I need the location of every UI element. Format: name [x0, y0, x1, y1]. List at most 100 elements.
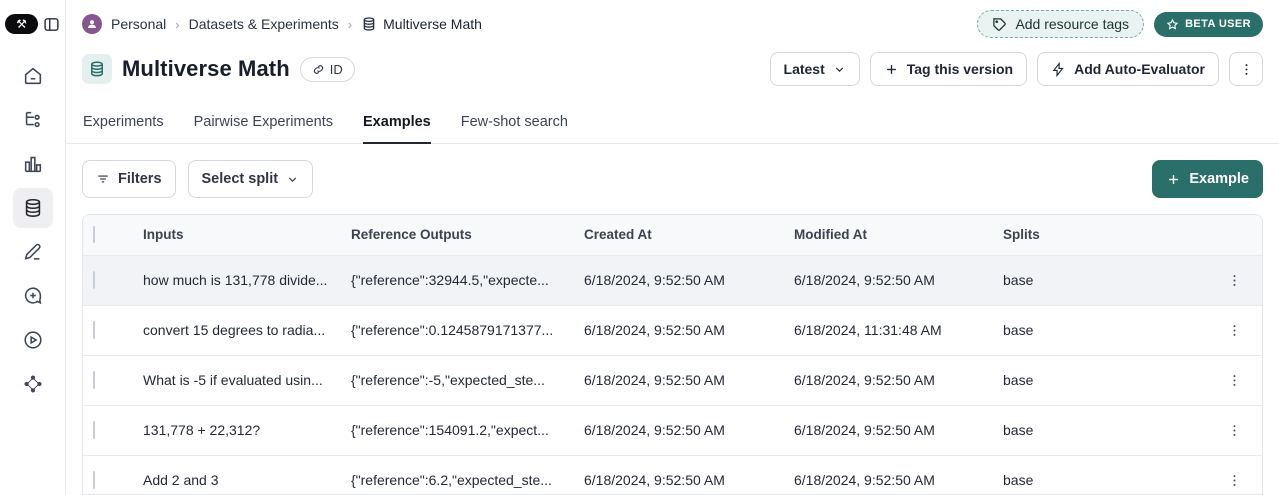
- column-header-splits: Splits: [1003, 215, 1218, 255]
- version-select-button[interactable]: Latest: [770, 52, 860, 86]
- database-icon: [361, 16, 377, 32]
- add-resource-tags-button[interactable]: Add resource tags: [977, 10, 1144, 38]
- add-auto-evaluator-button[interactable]: Add Auto-Evaluator: [1037, 52, 1219, 86]
- cell-splits: base: [1003, 255, 1218, 305]
- cell-modified-at: 6/18/2024, 9:52:50 AM: [794, 355, 1003, 405]
- cell-created-at: 6/18/2024, 9:52:50 AM: [584, 305, 794, 355]
- tag-icon: [992, 17, 1007, 32]
- table-header-row: Inputs Reference Outputs Created At Modi…: [83, 215, 1262, 255]
- cell-reference-outputs: {"reference":154091.2,"expect...: [351, 405, 584, 455]
- row-checkbox[interactable]: [93, 371, 95, 389]
- bar-chart-icon: [22, 153, 44, 175]
- select-split-dropdown[interactable]: Select split: [188, 160, 314, 198]
- more-options-button[interactable]: [1229, 52, 1263, 86]
- beta-user-badge: BETA USER: [1154, 12, 1263, 37]
- cell-splits: base: [1003, 405, 1218, 455]
- row-checkbox[interactable]: [93, 271, 95, 289]
- cell-inputs: how much is 131,778 divide...: [143, 255, 351, 305]
- breadcrumb-current-label: Multiverse Math: [383, 16, 482, 32]
- sidebar-item-annotation[interactable]: [13, 232, 53, 272]
- plus-icon: [1166, 172, 1181, 187]
- tab-bar: Experiments Pairwise Experiments Example…: [66, 98, 1279, 144]
- star-icon: [1166, 18, 1179, 31]
- chevron-right-icon: ›: [175, 17, 179, 32]
- main-content: Personal › Datasets & Experiments › Mult…: [66, 0, 1279, 495]
- sidebar-item-deployments[interactable]: [13, 364, 53, 404]
- cell-modified-at: 6/18/2024, 11:31:48 AM: [794, 305, 1003, 355]
- sidebar-item-monitoring[interactable]: [13, 144, 53, 184]
- tab-few-shot-search[interactable]: Few-shot search: [461, 114, 568, 144]
- cell-inputs: What is -5 if evaluated usin...: [143, 355, 351, 405]
- play-circle-icon: [22, 329, 44, 351]
- tab-experiments[interactable]: Experiments: [83, 114, 164, 144]
- add-auto-evaluator-label: Add Auto-Evaluator: [1074, 61, 1205, 77]
- copy-id-chip[interactable]: ID: [300, 57, 355, 82]
- cell-splits: base: [1003, 355, 1218, 405]
- title-row: Multiverse Math ID Latest Tag this versi…: [66, 48, 1279, 98]
- cell-inputs: Add 2 and 3: [143, 455, 351, 495]
- page-title: Multiverse Math: [122, 56, 290, 82]
- cell-created-at: 6/18/2024, 9:52:50 AM: [584, 455, 794, 495]
- tag-this-version-label: Tag this version: [907, 61, 1013, 77]
- row-menu-button[interactable]: [1220, 316, 1248, 344]
- collapse-sidebar-icon[interactable]: [43, 16, 60, 33]
- cell-reference-outputs: {"reference":32944.5,"expecte...: [351, 255, 584, 305]
- tracing-tree-icon: [22, 109, 44, 131]
- sidebar-item-home[interactable]: [13, 56, 53, 96]
- version-select-label: Latest: [784, 61, 825, 77]
- row-menu-button[interactable]: [1220, 266, 1248, 294]
- link-icon: [312, 63, 325, 76]
- top-bar: Personal › Datasets & Experiments › Mult…: [66, 0, 1279, 48]
- tag-this-version-button[interactable]: Tag this version: [870, 52, 1027, 86]
- examples-toolbar: Filters Select split Example: [66, 144, 1279, 214]
- table-row[interactable]: Add 2 and 3 {"reference":6.2,"expected_s…: [83, 455, 1262, 495]
- table-row[interactable]: 131,778 + 22,312? {"reference":154091.2,…: [83, 405, 1262, 455]
- id-chip-label: ID: [330, 62, 343, 77]
- pencil-icon: [22, 241, 44, 263]
- cell-reference-outputs: {"reference":6.2,"expected_ste...: [351, 455, 584, 495]
- row-checkbox[interactable]: [93, 421, 95, 439]
- cell-splits: base: [1003, 305, 1218, 355]
- filters-label: Filters: [118, 171, 162, 187]
- filter-icon: [96, 172, 110, 186]
- cell-created-at: 6/18/2024, 9:52:50 AM: [584, 355, 794, 405]
- sidebar-item-prompts[interactable]: [13, 276, 53, 316]
- select-all-checkbox[interactable]: [93, 226, 95, 243]
- table-row[interactable]: how much is 131,778 divide... {"referenc…: [83, 255, 1262, 305]
- select-split-label: Select split: [202, 171, 279, 187]
- tab-pairwise-experiments[interactable]: Pairwise Experiments: [194, 114, 333, 144]
- sidebar-nav: [13, 56, 53, 404]
- add-example-button[interactable]: Example: [1152, 160, 1263, 198]
- filters-button[interactable]: Filters: [82, 160, 176, 198]
- breadcrumb: Personal › Datasets & Experiments › Mult…: [82, 14, 482, 34]
- chevron-down-icon: [833, 63, 846, 76]
- row-checkbox[interactable]: [93, 321, 95, 339]
- column-header-created-at: Created At: [584, 215, 794, 255]
- row-menu-button[interactable]: [1220, 366, 1248, 394]
- add-resource-tags-label: Add resource tags: [1015, 16, 1129, 32]
- column-header-reference-outputs: Reference Outputs: [351, 215, 584, 255]
- tab-examples[interactable]: Examples: [363, 114, 431, 144]
- database-icon: [22, 197, 44, 219]
- cell-inputs: 131,778 + 22,312?: [143, 405, 351, 455]
- row-checkbox[interactable]: [93, 471, 95, 489]
- cell-reference-outputs: {"reference":0.1245879171377...: [351, 305, 584, 355]
- sidebar-item-playground[interactable]: [13, 320, 53, 360]
- lightning-icon: [1051, 62, 1066, 77]
- add-example-label: Example: [1189, 171, 1249, 187]
- cell-modified-at: 6/18/2024, 9:52:50 AM: [794, 455, 1003, 495]
- sidebar-item-datasets[interactable]: [13, 188, 53, 228]
- breadcrumb-workspace[interactable]: Personal: [111, 16, 166, 32]
- sidebar: ⚒: [0, 0, 66, 495]
- table-row[interactable]: convert 15 degrees to radia... {"referen…: [83, 305, 1262, 355]
- breadcrumb-section[interactable]: Datasets & Experiments: [189, 16, 339, 32]
- cell-modified-at: 6/18/2024, 9:52:50 AM: [794, 405, 1003, 455]
- row-menu-button[interactable]: [1220, 466, 1248, 494]
- breadcrumb-current[interactable]: Multiverse Math: [361, 16, 482, 32]
- row-menu-button[interactable]: [1220, 416, 1248, 444]
- graph-nodes-icon: [22, 373, 44, 395]
- table-row[interactable]: What is -5 if evaluated usin... {"refere…: [83, 355, 1262, 405]
- home-icon: [22, 65, 44, 87]
- workspace-avatar[interactable]: [82, 14, 102, 34]
- sidebar-item-tracing[interactable]: [13, 100, 53, 140]
